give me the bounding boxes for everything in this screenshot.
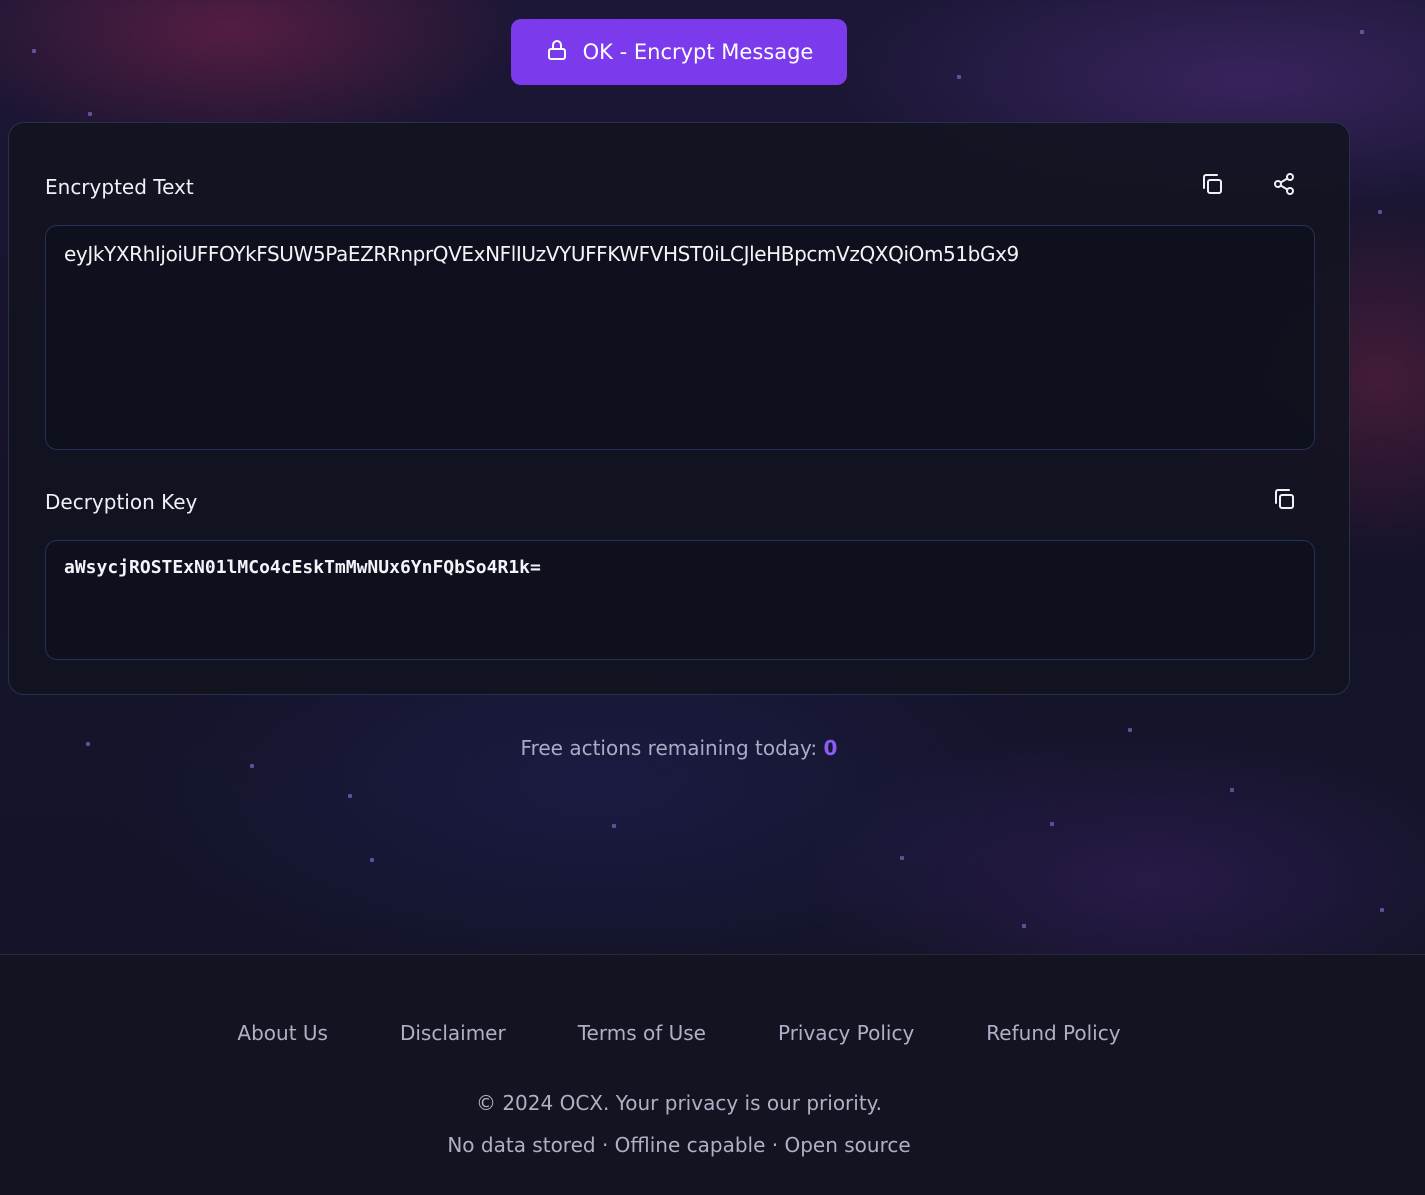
encrypt-message-button[interactable]: OK - Encrypt Message [511,19,847,85]
copy-icon [1200,172,1224,200]
encrypted-text-value: eyJkYXRhIjoiUFFOYkFSUW5PaEZRRnprQVExNFlI… [64,242,1019,266]
footer-link-terms[interactable]: Terms of Use [578,1021,706,1045]
copyright-text: © 2024 OCX. Your privacy is our priority… [475,1091,883,1115]
decryption-key-value: aWsycjROSTExN01lMCo4cEskTmMwNUx6YnFQbSo4… [64,557,541,578]
footer-link-disclaimer[interactable]: Disclaimer [400,1021,506,1045]
encrypted-text-label: Encrypted Text [45,175,194,199]
free-actions-count: 0 [823,736,838,760]
lock-icon [545,38,569,67]
footer: About Us Disclaimer Terms of Use Privacy… [0,954,1425,1195]
footer-tagline: No data stored · Offline capable · Open … [447,1133,911,1157]
decryption-key-output[interactable]: aWsycjROSTExN01lMCo4cEskTmMwNUx6YnFQbSo4… [45,540,1315,660]
footer-link-about[interactable]: About Us [237,1021,328,1045]
decryption-key-label: Decryption Key [45,490,198,514]
footer-link-refund[interactable]: Refund Policy [986,1021,1120,1045]
encrypted-text-output[interactable]: eyJkYXRhIjoiUFFOYkFSUW5PaEZRRnprQVExNFlI… [45,225,1315,450]
share-encrypted-button[interactable] [1270,172,1298,200]
result-card: Encrypted Text eyJkYXRhIjoiUFFOYkFSUW5Pa… [8,122,1350,695]
encrypt-button-label: OK - Encrypt Message [582,40,814,64]
copy-key-button[interactable] [1270,487,1298,515]
footer-links: About Us Disclaimer Terms of Use Privacy… [0,1021,1358,1045]
share-icon [1272,172,1296,200]
free-actions-status: Free actions remaining today: 0 [0,736,1358,760]
copy-icon [1272,487,1296,515]
copy-encrypted-button[interactable] [1198,172,1226,200]
footer-link-privacy[interactable]: Privacy Policy [778,1021,914,1045]
free-actions-text: Free actions remaining today: [520,736,818,760]
